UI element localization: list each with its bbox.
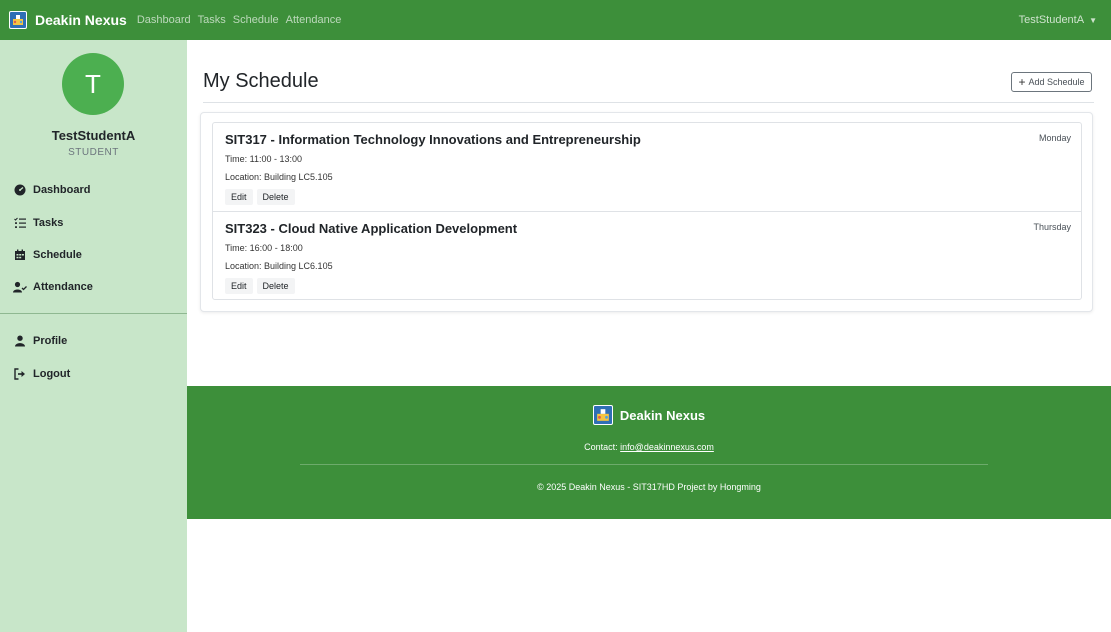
- sidebar-item-label: Schedule: [33, 249, 82, 261]
- schedule-time: Time: 16:00 - 18:00: [225, 243, 303, 253]
- user-menu-dropdown[interactable]: TestStudentA ▼: [1019, 0, 1097, 40]
- schedule-actions: Edit Delete: [225, 189, 299, 205]
- task-list-icon: [13, 217, 27, 229]
- sidebar-item-tasks[interactable]: Tasks: [13, 217, 63, 229]
- add-schedule-label: Add Schedule: [1028, 77, 1085, 87]
- profile-name: TestStudentA: [51, 128, 136, 143]
- title-divider: [203, 102, 1094, 103]
- user-icon: [13, 335, 27, 347]
- footer-contact-label: Contact:: [584, 442, 618, 452]
- page-title: My Schedule: [203, 70, 319, 92]
- sidebar-item-label: Dashboard: [33, 184, 91, 196]
- footer-divider: [300, 464, 988, 465]
- schedule-location: Location: Building LC6.105: [225, 261, 333, 271]
- schedule-title: SIT317 - Information Technology Innovati…: [225, 132, 641, 147]
- nav-link-tasks[interactable]: Tasks: [198, 14, 226, 26]
- edit-button[interactable]: Edit: [225, 278, 253, 294]
- schedule-day: Thursday: [1033, 222, 1071, 232]
- sidebar-item-label: Profile: [33, 335, 68, 347]
- nav-link-schedule[interactable]: Schedule: [233, 14, 279, 26]
- sidebar-item-schedule[interactable]: Schedule: [13, 249, 82, 261]
- sign-out-icon: [13, 368, 27, 380]
- footer-brand-name: Deakin Nexus: [619, 407, 706, 423]
- sidebar-item-label: Tasks: [33, 217, 64, 229]
- calendar-icon: [13, 249, 27, 261]
- schedule-day: Monday: [1038, 133, 1071, 143]
- footer-contact-email-link[interactable]: info@deakinnexus.com: [620, 442, 714, 452]
- schedule-title: SIT323 - Cloud Native Application Develo…: [225, 221, 518, 236]
- schedule-location: Location: Building LC5.105: [225, 172, 333, 182]
- brand-name[interactable]: Deakin Nexus: [35, 12, 127, 28]
- nav-link-attendance[interactable]: Attendance: [286, 14, 342, 26]
- sidebar-item-attendance[interactable]: Attendance: [13, 281, 93, 293]
- footer-copyright: © 2025 Deakin Nexus - SIT317HD Project b…: [537, 482, 761, 492]
- sidebar-item-label: Logout: [33, 368, 71, 380]
- brand-logo-icon[interactable]: [9, 11, 27, 29]
- sidebar-item-dashboard[interactable]: Dashboard: [13, 184, 90, 196]
- plus-icon: +: [1018, 75, 1026, 89]
- profile-role: STUDENT: [68, 147, 119, 158]
- schedule-list: SIT317 - Information Technology Innovati…: [212, 122, 1082, 300]
- tachometer-icon: [13, 184, 27, 196]
- user-menu-name: TestStudentA: [1018, 14, 1085, 26]
- add-schedule-button[interactable]: + Add Schedule: [1011, 72, 1092, 92]
- footer-logo-icon: [592, 405, 613, 425]
- schedule-actions: Edit Delete: [225, 278, 299, 294]
- delete-button[interactable]: Delete: [256, 189, 295, 205]
- schedule-item: SIT317 - Information Technology Innovati…: [213, 123, 1081, 211]
- sidebar: T TestStudentA STUDENT Dashboard Tasks S…: [0, 40, 187, 632]
- schedule-item: SIT323 - Cloud Native Application Develo…: [213, 211, 1081, 299]
- nav-link-dashboard[interactable]: Dashboard: [137, 14, 191, 26]
- footer-contact: Contact: info@deakinnexus.com: [187, 442, 1111, 452]
- sidebar-item-label: Attendance: [33, 281, 93, 293]
- footer-brand: Deakin Nexus: [187, 405, 1111, 425]
- sidebar-divider: [0, 313, 187, 314]
- avatar: T: [62, 53, 124, 115]
- sidebar-item-profile[interactable]: Profile: [13, 335, 67, 347]
- caret-down-icon: ▼: [1089, 15, 1097, 25]
- schedule-time: Time: 11:00 - 13:00: [225, 154, 303, 164]
- footer: Deakin Nexus Contact: info@deakinnexus.c…: [187, 386, 1111, 519]
- top-navbar: Deakin Nexus Dashboard Tasks Schedule At…: [0, 0, 1111, 40]
- user-check-icon: [13, 281, 27, 293]
- edit-button[interactable]: Edit: [225, 189, 253, 205]
- sidebar-item-logout[interactable]: Logout: [13, 368, 70, 380]
- nav-links: Dashboard Tasks Schedule Attendance: [137, 14, 348, 26]
- delete-button[interactable]: Delete: [256, 278, 295, 294]
